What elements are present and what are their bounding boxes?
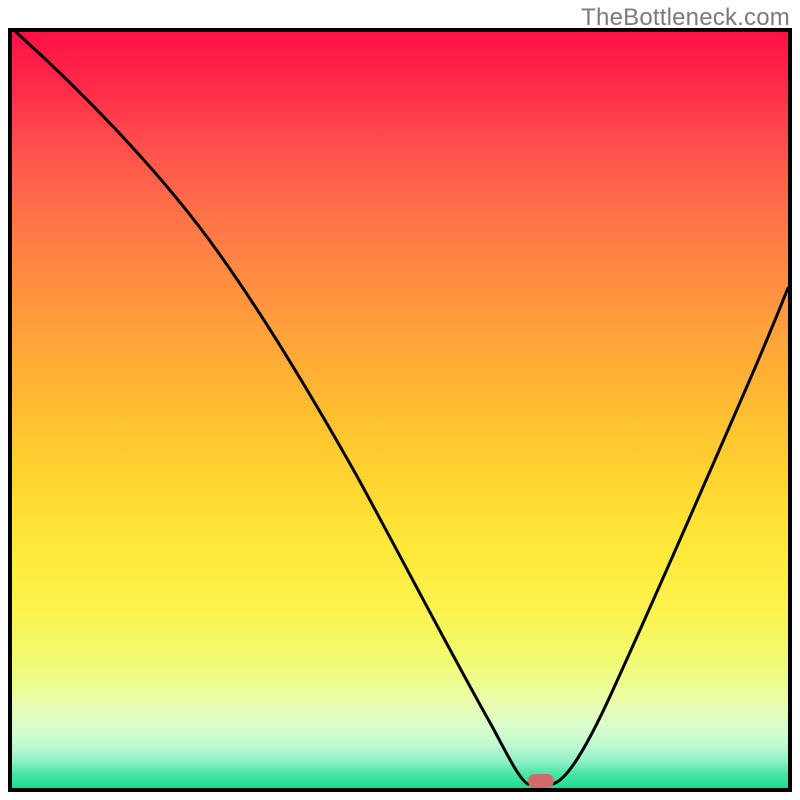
chart-stage: TheBottleneck.com — [0, 0, 800, 800]
chart-svg — [8, 28, 792, 792]
chart-frame — [8, 28, 792, 792]
bottleneck-curve-path — [16, 32, 788, 784]
watermark-text: TheBottleneck.com — [581, 4, 790, 32]
optimum-marker — [528, 774, 554, 788]
